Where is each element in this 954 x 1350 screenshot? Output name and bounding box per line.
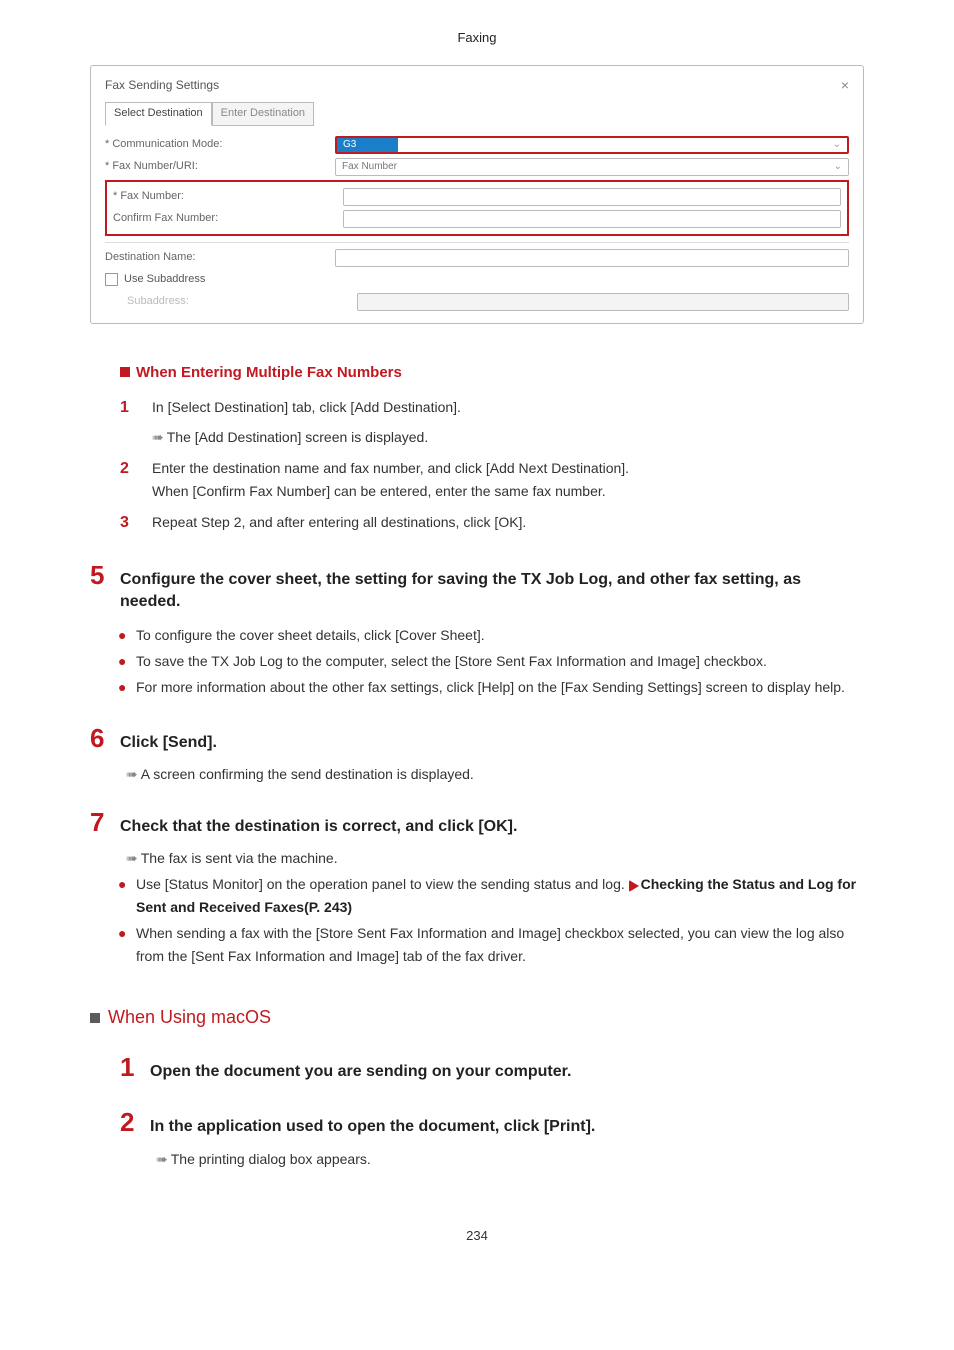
step-title: In the application used to open the docu… — [150, 1116, 864, 1138]
subaddress-input — [357, 293, 849, 311]
tab-enter-destination[interactable]: Enter Destination — [212, 102, 314, 126]
close-icon[interactable]: × — [841, 74, 849, 96]
page-number: 234 — [90, 1228, 864, 1243]
arrow-icon — [126, 766, 137, 783]
fax-uri-label: * Fax Number/URI: — [105, 158, 335, 176]
play-icon — [629, 880, 639, 892]
step-title: Check that the destination is correct, a… — [120, 816, 864, 838]
fax-uri-value: Fax Number — [342, 159, 397, 175]
step-title: Click [Send]. — [120, 732, 864, 754]
comm-mode-value: G3 — [343, 137, 356, 153]
step-number: 2 — [120, 1109, 150, 1135]
substep-num: 3 — [120, 510, 152, 536]
step-number: 6 — [90, 725, 120, 751]
square-icon — [120, 367, 130, 377]
window-title: Fax Sending Settings — [105, 76, 219, 95]
step-result: The printing dialog box appears. — [171, 1151, 371, 1167]
step-number: 1 — [120, 1054, 150, 1080]
bullet-icon: ● — [118, 873, 136, 918]
substep-num: 1 — [120, 395, 152, 421]
bullet-text: When sending a fax with the [Store Sent … — [136, 922, 864, 967]
substep-text: In [Select Destination] tab, click [Add … — [152, 396, 864, 418]
step-title: Open the document you are sending on you… — [150, 1061, 864, 1083]
tab-select-destination[interactable]: Select Destination — [105, 102, 212, 126]
substep-num: 2 — [120, 456, 152, 482]
use-subaddress-label: Use Subaddress — [124, 271, 205, 289]
fax-uri-select[interactable]: Fax Number ⌄ — [335, 158, 849, 176]
confirm-fax-input[interactable] — [343, 210, 841, 228]
step-number: 7 — [90, 809, 120, 835]
fax-number-group: * Fax Number: Confirm Fax Number: — [105, 180, 849, 236]
step-number: 5 — [90, 562, 120, 588]
use-subaddress-checkbox[interactable] — [105, 273, 118, 286]
chevron-down-icon: ⌄ — [834, 159, 842, 175]
substep-text: Repeat Step 2, and after entering all de… — [152, 511, 864, 533]
arrow-icon — [156, 1151, 167, 1168]
bullet-text: To configure the cover sheet details, cl… — [136, 624, 864, 646]
bullet-icon: ● — [118, 922, 136, 967]
bullet-text: For more information about the other fax… — [136, 676, 864, 698]
step-result: A screen confirming the send destination… — [141, 766, 474, 782]
substep-text: Enter the destination name and fax numbe… — [152, 457, 864, 479]
arrow-icon — [152, 426, 163, 448]
fax-settings-screenshot: Fax Sending Settings × Select Destinatio… — [90, 65, 864, 324]
comm-mode-label: * Communication Mode: — [105, 136, 335, 154]
comm-mode-select[interactable]: G3 ⌄ — [335, 136, 849, 154]
bullet-text: Use [Status Monitor] on the operation pa… — [136, 873, 864, 918]
substep-text: When [Confirm Fax Number] can be entered… — [152, 480, 864, 502]
dest-name-input[interactable] — [335, 249, 849, 267]
bullet-icon: ● — [118, 624, 136, 646]
multi-fax-heading: When Entering Multiple Fax Numbers — [120, 364, 864, 381]
dest-name-label: Destination Name: — [105, 249, 335, 267]
step-title: Configure the cover sheet, the setting f… — [120, 569, 864, 614]
arrow-icon — [126, 850, 137, 867]
subaddress-label: Subaddress: — [105, 293, 357, 311]
bullet-icon: ● — [118, 676, 136, 698]
square-icon — [90, 1013, 100, 1023]
step-result: The fax is sent via the machine. — [141, 850, 338, 866]
macos-heading: When Using macOS — [90, 1007, 864, 1028]
bullet-text: To save the TX Job Log to the computer, … — [136, 650, 864, 672]
substep-result: The [Add Destination] screen is displaye… — [167, 429, 428, 445]
page-header: Faxing — [90, 30, 864, 45]
fax-number-input[interactable] — [343, 188, 841, 206]
chevron-down-icon: ⌄ — [833, 137, 841, 153]
bullet-icon: ● — [118, 650, 136, 672]
fax-number-label: * Fax Number: — [113, 188, 343, 206]
confirm-fax-label: Confirm Fax Number: — [113, 210, 343, 228]
